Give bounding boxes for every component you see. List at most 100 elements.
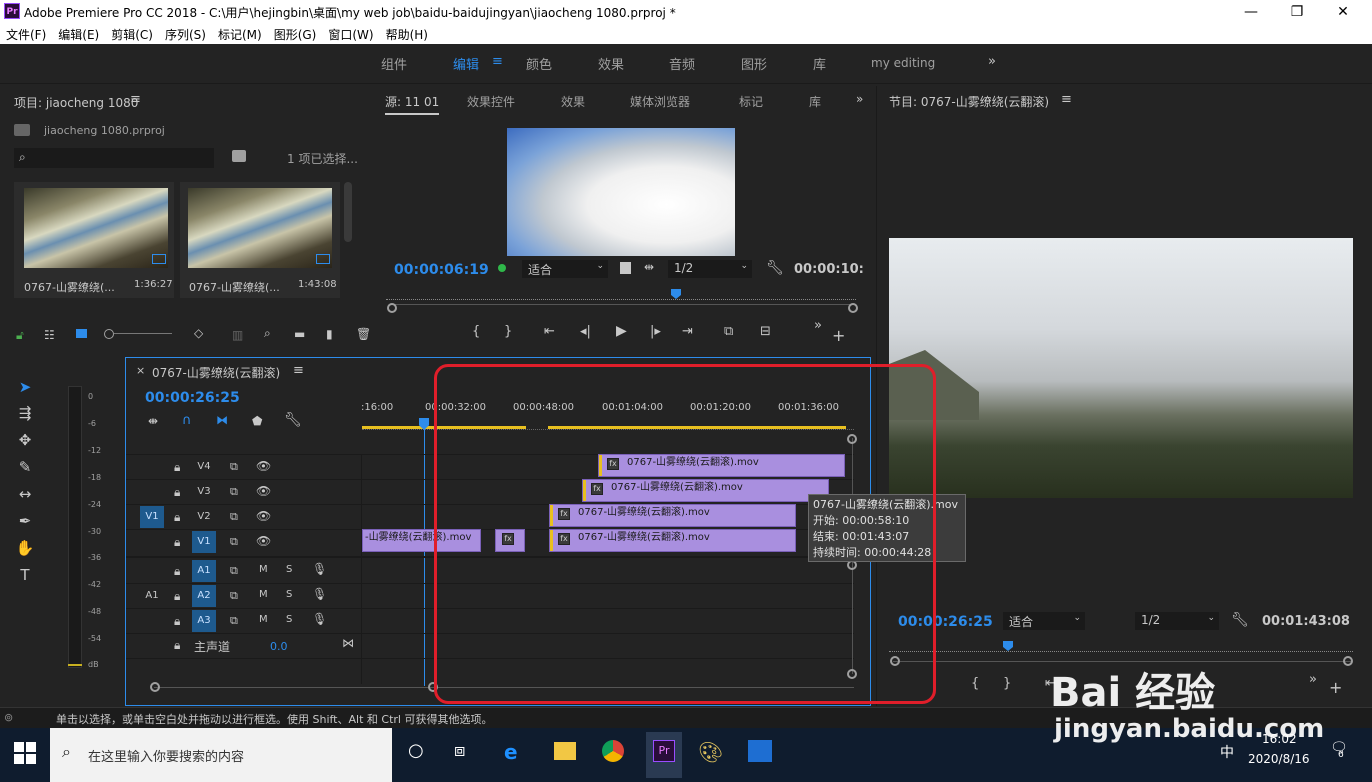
- source-ruler[interactable]: [386, 294, 856, 300]
- project-item-2[interactable]: 0767-山雾缭绕(... 1:43:08: [180, 182, 340, 298]
- tab-effects[interactable]: 效果: [561, 93, 585, 110]
- workspace-graphics[interactable]: 图形: [741, 54, 767, 73]
- edge-browser-icon[interactable]: e: [504, 740, 518, 764]
- sync-lock-icon[interactable]: ⧉: [230, 485, 238, 499]
- workspace-assembly[interactable]: 组件: [381, 54, 407, 73]
- nest-icon[interactable]: ⇼: [148, 414, 158, 428]
- play-icon[interactable]: ▶: [616, 323, 627, 339]
- icon-view-icon[interactable]: [76, 329, 87, 338]
- tab-markers[interactable]: 标记: [739, 93, 763, 110]
- find-icon[interactable]: ⌕: [264, 326, 271, 341]
- source-patch-v1[interactable]: V1: [140, 506, 164, 528]
- zoom-slider-handle[interactable]: [104, 329, 114, 339]
- workspace-more-icon[interactable]: »: [988, 54, 996, 69]
- solo-button[interactable]: S: [286, 564, 292, 575]
- program-fit-select[interactable]: 适合 ⌄: [1003, 612, 1085, 630]
- track-select-tool-icon[interactable]: ⇶: [14, 402, 36, 424]
- track-label-v2[interactable]: V2: [194, 506, 214, 528]
- lock-icon[interactable]: 🔓︎: [16, 328, 24, 343]
- microphone-icon[interactable]: 🎙︎: [312, 587, 327, 601]
- source-zoom-handle-right[interactable]: [848, 303, 858, 313]
- source-zoom-handle-left[interactable]: [387, 303, 397, 313]
- new-item-icon[interactable]: ▮: [326, 327, 333, 341]
- workspace-effects[interactable]: 效果: [598, 54, 624, 73]
- menu-clip[interactable]: 剪辑(C): [105, 24, 159, 43]
- track-lock-icon[interactable]: 🔒︎: [174, 589, 180, 604]
- sequence-close-icon[interactable]: ×: [136, 364, 145, 377]
- close-button[interactable]: ✕: [1328, 2, 1358, 22]
- linked-selection-icon[interactable]: ⧓: [216, 413, 228, 427]
- track-label-a1[interactable]: A1: [192, 560, 216, 582]
- chrome-icon[interactable]: [602, 740, 624, 762]
- slip-tool-icon[interactable]: ↔: [14, 483, 36, 505]
- tab-libraries[interactable]: 库: [809, 93, 821, 110]
- overwrite-icon[interactable]: ⊟: [760, 324, 771, 339]
- track-lock-icon[interactable]: 🔒︎: [174, 460, 180, 475]
- master-volume-value[interactable]: 0.0: [270, 640, 288, 653]
- drag-icon[interactable]: ⇹: [644, 260, 654, 274]
- workspace-audio[interactable]: 音频: [669, 54, 695, 73]
- menu-window[interactable]: 窗口(W): [322, 24, 379, 43]
- project-panel-title[interactable]: 项目: jiaocheng 1080: [14, 94, 138, 111]
- wrench-icon[interactable]: 🔧︎: [766, 260, 784, 276]
- controls-more-icon[interactable]: »: [1309, 672, 1317, 687]
- mute-button[interactable]: M: [259, 589, 268, 600]
- add-button-icon[interactable]: +: [1329, 678, 1342, 697]
- sort-icon[interactable]: ◇: [194, 326, 203, 340]
- sync-lock-icon[interactable]: ⧉: [230, 614, 238, 628]
- track-label-a2[interactable]: A2: [192, 585, 216, 607]
- maximize-button[interactable]: ❐: [1282, 2, 1312, 22]
- source-fit-select[interactable]: 适合 ⌄: [522, 260, 608, 278]
- track-label-v3[interactable]: V3: [194, 481, 214, 503]
- timeline-settings-wrench-icon[interactable]: 🔧︎: [284, 412, 302, 428]
- mark-out-icon[interactable]: }: [504, 324, 512, 339]
- project-item-1[interactable]: 0767-山雾缭绕(... 1:36:27: [14, 182, 174, 298]
- program-panel-title[interactable]: 节目: 0767-山雾缭绕(云翻滚): [889, 93, 1049, 110]
- microphone-icon[interactable]: 🎙︎: [312, 612, 327, 626]
- source-timecode[interactable]: 00:00:06:19: [394, 262, 489, 278]
- menu-file[interactable]: 文件(F): [0, 24, 52, 43]
- task-view-icon[interactable]: ⧈: [454, 740, 465, 761]
- wrench-icon[interactable]: 🔧︎: [1231, 612, 1249, 628]
- new-bin-search-icon[interactable]: [232, 150, 246, 162]
- pen-tool-icon[interactable]: ✒: [14, 510, 36, 532]
- go-to-end-icon[interactable]: ⋈: [342, 636, 354, 650]
- cortana-icon[interactable]: ○: [408, 740, 424, 761]
- sync-lock-icon[interactable]: ⧉: [230, 535, 238, 549]
- selection-tool-icon[interactable]: ➤: [14, 376, 36, 398]
- go-to-out-icon[interactable]: ⇥: [682, 324, 693, 339]
- sync-lock-icon[interactable]: ⧉: [230, 589, 238, 603]
- track-label-a3[interactable]: A3: [192, 610, 216, 632]
- mute-button[interactable]: M: [259, 564, 268, 575]
- add-button-icon[interactable]: +: [832, 326, 845, 345]
- mute-button[interactable]: M: [259, 614, 268, 625]
- controls-more-icon[interactable]: »: [814, 318, 822, 333]
- eye-icon[interactable]: 👁︎: [256, 484, 271, 498]
- menu-sequence[interactable]: 序列(S): [159, 24, 212, 43]
- track-label-v1[interactable]: V1: [192, 531, 216, 553]
- tab-media-browser[interactable]: 媒体浏览器: [630, 93, 690, 110]
- project-search-input[interactable]: [14, 148, 214, 168]
- program-zoom-handle-right[interactable]: [1343, 656, 1353, 666]
- source-resolution-select[interactable]: 1/2 ⌄: [668, 260, 752, 278]
- settings-icon[interactable]: [620, 262, 631, 274]
- track-lock-icon[interactable]: 🔒︎: [174, 614, 180, 629]
- zoom-slider-track[interactable]: [114, 333, 172, 334]
- workspace-editing[interactable]: 编辑: [453, 54, 479, 73]
- new-bin-icon[interactable]: ▬: [294, 327, 305, 341]
- tab-effect-controls[interactable]: 效果控件: [467, 93, 515, 110]
- timeline-timecode[interactable]: 00:00:26:25: [145, 390, 240, 406]
- snap-magnet-icon[interactable]: ∩: [182, 413, 192, 428]
- ripple-edit-tool-icon[interactable]: ✥: [14, 429, 36, 451]
- menu-help[interactable]: 帮助(H): [380, 24, 434, 43]
- track-lock-icon[interactable]: 🔒︎: [174, 485, 180, 500]
- paint-icon[interactable]: 🎨︎: [698, 740, 723, 764]
- program-menu-icon[interactable]: ≡: [1061, 92, 1072, 107]
- trash-icon[interactable]: 🗑︎: [356, 327, 371, 341]
- workspace-my-editing[interactable]: my editing: [871, 56, 935, 70]
- project-scrollbar[interactable]: [344, 182, 352, 242]
- program-ruler[interactable]: [889, 646, 1353, 652]
- source-zoom-bar[interactable]: [390, 304, 856, 305]
- hand-tool-icon[interactable]: ✋: [14, 537, 36, 559]
- premiere-taskbar-button[interactable]: Pr: [646, 732, 682, 778]
